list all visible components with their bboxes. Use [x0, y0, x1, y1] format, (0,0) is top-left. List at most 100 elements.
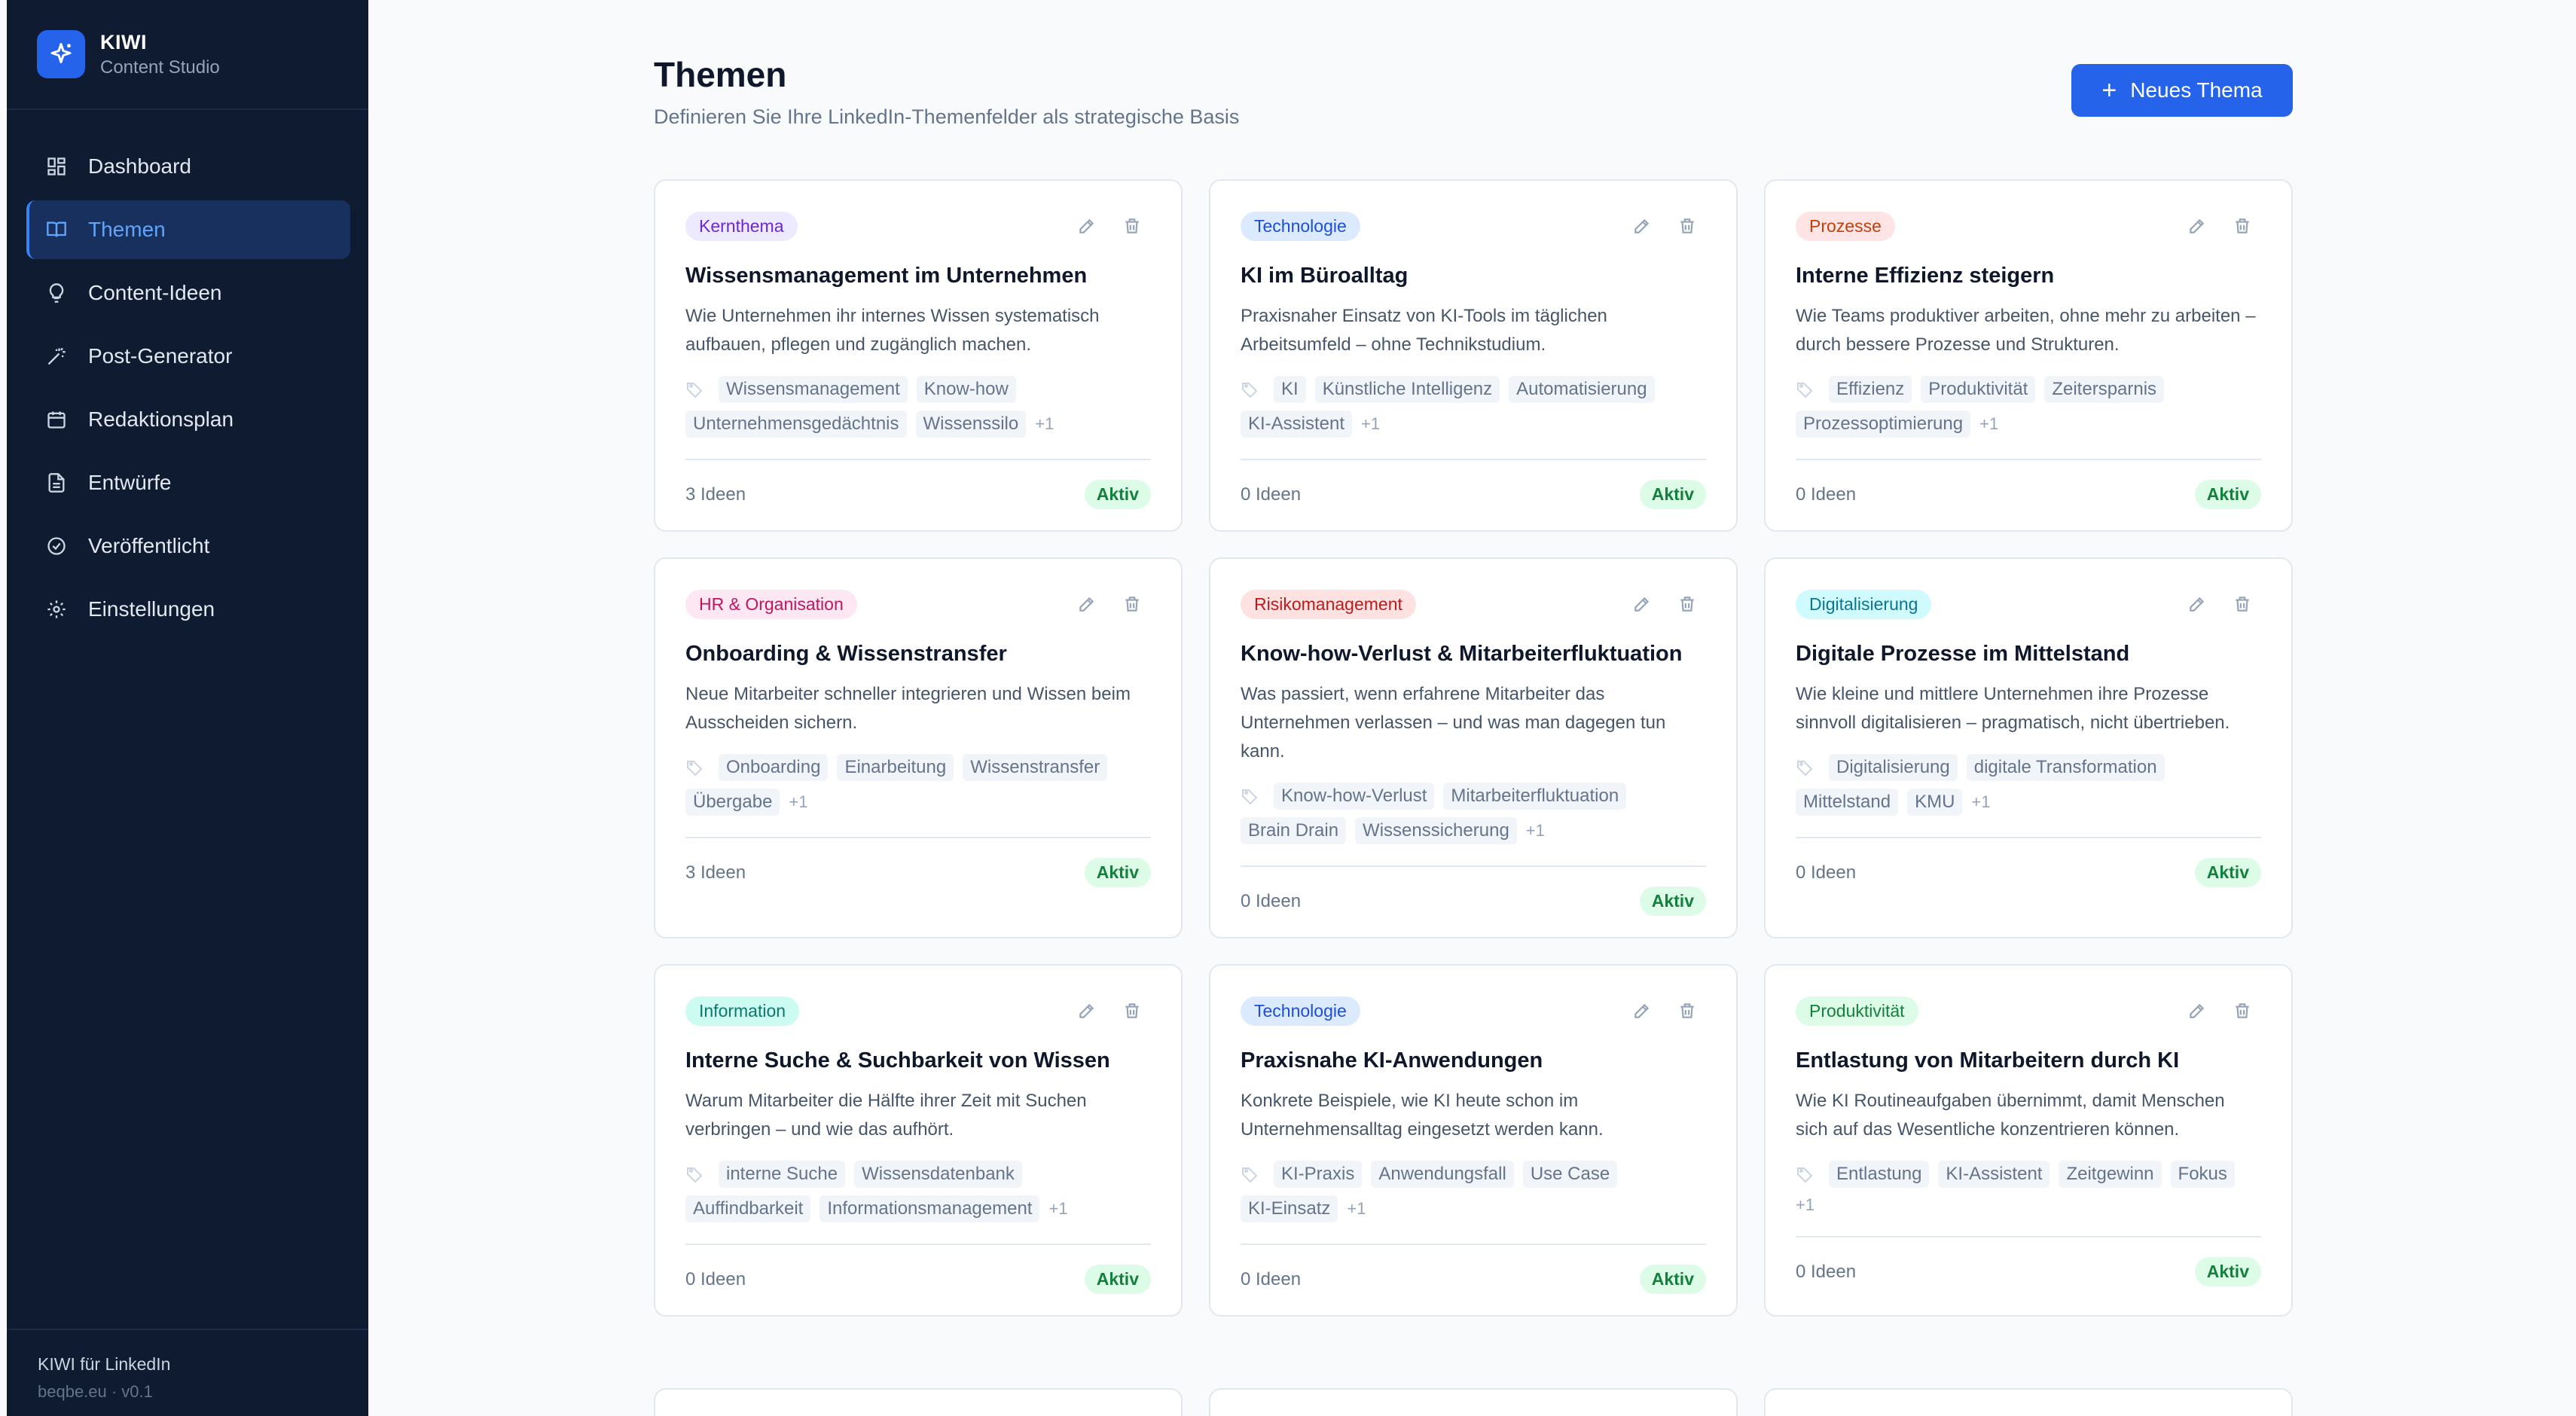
topic-card[interactable]: Prozesse Interne Effizienz steigern Wie … — [1764, 179, 2293, 532]
footer-title: KIWI für LinkedIn — [38, 1354, 171, 1374]
edit-icon[interactable] — [1076, 593, 1098, 615]
keyword-tag: Prozessoptimierung — [1796, 410, 1971, 438]
card-title: Interne Effizienz steigern — [1796, 264, 2055, 288]
more-tags-count: +1 — [789, 792, 808, 811]
topic-card[interactable]: Risikomanagement Know-how-Verlust & Mita… — [1209, 557, 1738, 938]
sidebar-item-label: Themen — [88, 218, 166, 241]
wand-icon — [44, 344, 69, 368]
trash-icon[interactable] — [1121, 999, 1143, 1022]
topic-card[interactable]: Information Interne Suche & Suchbarkeit … — [654, 964, 1183, 1317]
check-circle-icon — [44, 534, 69, 558]
keyword-tag: Brain Drain — [1241, 817, 1347, 844]
keyword-tag: Automatisierung — [1509, 376, 1655, 403]
trash-icon[interactable] — [2231, 999, 2254, 1022]
edit-icon[interactable] — [2186, 593, 2208, 615]
tag-list: interne Suche Wissensdatenbank Auffindbark… — [685, 1161, 1151, 1222]
document-icon — [44, 471, 69, 495]
ideas-count: 3 Ideen — [685, 484, 746, 505]
more-tags-count: +1 — [1048, 1199, 1068, 1218]
edit-icon[interactable] — [1076, 999, 1098, 1022]
sparkle-logo-icon — [37, 30, 85, 78]
category-badge: Prozesse — [1796, 211, 1895, 241]
page-title: Themen — [654, 55, 787, 94]
tag-list: Digitalisierung digitale Transformation Mi… — [1796, 754, 2261, 816]
edit-icon[interactable] — [2186, 215, 2208, 237]
keyword-tag: Übergabe — [685, 789, 780, 816]
topic-card[interactable]: HR & Organisation Onboarding & Wissenstr… — [654, 557, 1183, 938]
ideas-count: 0 Ideen — [685, 1268, 746, 1289]
keyword-tag: Einarbeitung — [837, 754, 954, 781]
trash-icon[interactable] — [2231, 215, 2254, 237]
sidebar-footer: KIWI für LinkedIn beqbe.eu · v0.1 — [7, 1329, 368, 1416]
topic-card[interactable]: Digitalisierung Digitale Prozesse im Mit… — [1764, 557, 2293, 938]
app-frame: KIWI Content Studio Dashboard Themen Con… — [0, 0, 2576, 1416]
topic-card-partial[interactable] — [1764, 1388, 2293, 1416]
category-badge: Produktivität — [1796, 996, 1918, 1026]
topic-card-partial[interactable] — [654, 1388, 1183, 1416]
main-content: Themen Definieren Sie Ihre LinkedIn-Them… — [368, 0, 2576, 1416]
sidebar-item-dashboard[interactable]: Dashboard — [26, 137, 350, 196]
ideas-count: 0 Ideen — [1241, 890, 1302, 911]
edit-icon[interactable] — [1076, 215, 1098, 237]
keyword-tag: Anwendungsfall — [1371, 1161, 1514, 1188]
keyword-tag: Know-how-Verlust — [1274, 783, 1435, 810]
keyword-tag: Wissenstransfer — [963, 754, 1108, 781]
sidebar-item-label: Dashboard — [88, 154, 191, 178]
topic-card-partial[interactable] — [1209, 1388, 1738, 1416]
keyword-tag: KI — [1274, 376, 1306, 403]
edit-icon[interactable] — [1631, 999, 1653, 1022]
sidebar: KIWI Content Studio Dashboard Themen Con… — [7, 0, 368, 1416]
topic-card[interactable]: Produktivität Entlastung von Mitarbeiter… — [1764, 964, 2293, 1317]
tag-icon — [1241, 380, 1259, 398]
brand[interactable]: KIWI Content Studio — [7, 0, 368, 110]
keyword-tag: Fokus — [2170, 1161, 2235, 1188]
tag-icon — [685, 758, 704, 777]
tag-icon — [1796, 1165, 1814, 1183]
keyword-tag: Wissensdatenbank — [854, 1161, 1022, 1188]
keyword-tag: Auffindbarkeit — [685, 1195, 811, 1222]
sidebar-nav: Dashboard Themen Content-Ideen Post-Gene… — [7, 110, 368, 639]
keyword-tag: Onboarding — [719, 754, 829, 781]
card-actions — [1076, 215, 1143, 237]
sidebar-item-veroeffentlicht[interactable]: Veröffentlicht — [26, 517, 350, 575]
more-tags-count: +1 — [1347, 1199, 1366, 1218]
sidebar-item-entwuerfe[interactable]: Entwürfe — [26, 453, 350, 512]
sidebar-item-themen[interactable]: Themen — [26, 200, 350, 259]
keyword-tag: KMU — [1907, 789, 1963, 816]
sidebar-item-label: Post-Generator — [88, 344, 233, 368]
card-actions — [1631, 215, 1699, 237]
keyword-tag: Digitalisierung — [1829, 754, 1958, 781]
sidebar-item-redaktionsplan[interactable]: Redaktionsplan — [26, 390, 350, 449]
trash-icon[interactable] — [1121, 215, 1143, 237]
ideas-count: 3 Ideen — [685, 862, 746, 883]
gear-icon — [44, 597, 69, 621]
tag-icon — [1241, 1165, 1259, 1183]
sidebar-item-einstellungen[interactable]: Einstellungen — [26, 580, 350, 639]
trash-icon[interactable] — [1676, 999, 1699, 1022]
more-tags-count: +1 — [1361, 414, 1381, 433]
page-header: Themen Definieren Sie Ihre LinkedIn-Them… — [654, 54, 1239, 129]
new-topic-button[interactable]: + Neues Thema — [2071, 64, 2293, 117]
trash-icon[interactable] — [1121, 593, 1143, 615]
keyword-tag: KI-Praxis — [1274, 1161, 1363, 1188]
topic-card[interactable]: Kernthema Wissensmanagement im Unternehm… — [654, 179, 1183, 532]
keyword-tag: Use Case — [1522, 1161, 1618, 1188]
trash-icon[interactable] — [1676, 593, 1699, 615]
trash-icon[interactable] — [2231, 593, 2254, 615]
sidebar-item-post-generator[interactable]: Post-Generator — [26, 327, 350, 386]
ideas-count: 0 Ideen — [1796, 1261, 1857, 1282]
edit-icon[interactable] — [1631, 215, 1653, 237]
topic-card[interactable]: Technologie Praxisnahe KI-Anwendungen Ko… — [1209, 964, 1738, 1317]
edit-icon[interactable] — [1631, 593, 1653, 615]
ideas-count: 0 Ideen — [1796, 484, 1857, 505]
edit-icon[interactable] — [2186, 999, 2208, 1022]
keyword-tag: Produktivität — [1921, 376, 2036, 403]
sidebar-item-content-ideen[interactable]: Content-Ideen — [26, 264, 350, 322]
keyword-tag: Wissensmanagement — [719, 376, 908, 403]
card-actions — [1076, 999, 1143, 1022]
trash-icon[interactable] — [1676, 215, 1699, 237]
topic-card[interactable]: Technologie KI im Büroalltag Praxisnaher… — [1209, 179, 1738, 532]
keyword-tag: Informationsmanagement — [819, 1195, 1040, 1222]
status-badge: Aktiv — [2194, 858, 2261, 887]
card-actions — [1076, 593, 1143, 615]
